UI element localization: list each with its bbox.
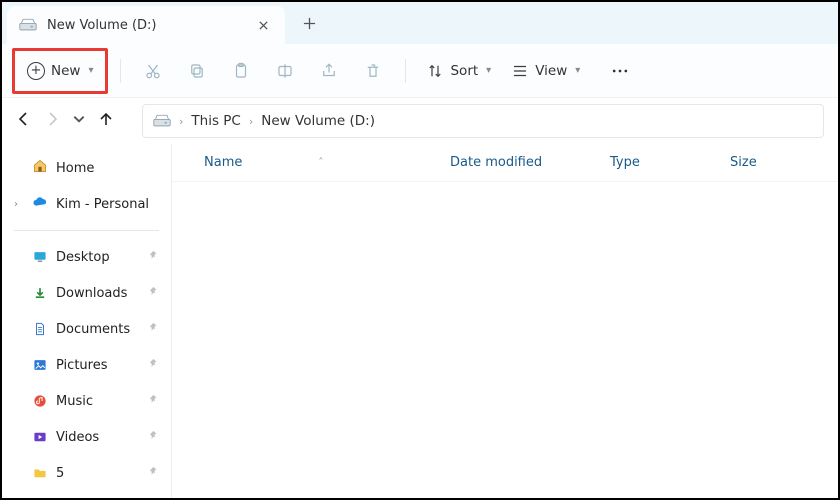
- sidebar-item-label: Downloads: [56, 286, 127, 301]
- sidebar-item-label: 5: [56, 466, 64, 481]
- sort-button[interactable]: Sort ▾: [418, 53, 499, 89]
- desktop-icon: [32, 249, 48, 265]
- file-list-empty: [172, 182, 838, 498]
- cloud-icon: [32, 194, 48, 214]
- new-button[interactable]: + New ▾: [17, 53, 103, 89]
- drive-icon: [19, 19, 37, 31]
- sidebar-item-music[interactable]: Music: [8, 385, 165, 417]
- separator: [14, 230, 159, 231]
- col-type-label: Type: [610, 155, 640, 170]
- sidebar-item-pictures[interactable]: Pictures: [8, 349, 165, 381]
- new-button-label: New: [51, 63, 80, 79]
- nav-arrows: [16, 111, 114, 131]
- sidebar-item-label: Pictures: [56, 358, 107, 373]
- col-date-label: Date modified: [450, 155, 542, 170]
- chevron-down-icon: ▾: [486, 65, 491, 76]
- folder-icon: [32, 465, 48, 481]
- drive-icon: [153, 115, 171, 127]
- sidebar-item-5[interactable]: 5: [8, 457, 165, 489]
- new-button-highlight: + New ▾: [12, 48, 108, 94]
- sidebar-item-label: Kim - Personal: [56, 197, 149, 212]
- sort-label: Sort: [450, 63, 478, 79]
- home-icon: [32, 158, 48, 178]
- col-type[interactable]: Type: [602, 155, 722, 170]
- separator: [120, 59, 121, 83]
- sidebar-item-label: Home: [56, 161, 94, 176]
- col-name-label: Name: [204, 155, 242, 170]
- explorer-window: New Volume (D:) + New ▾: [0, 0, 840, 500]
- chevron-right-icon: ›: [179, 115, 183, 128]
- sidebar-item-label: Videos: [56, 430, 99, 445]
- chevron-down-icon: ▾: [575, 65, 580, 76]
- breadcrumb-root[interactable]: This PC: [191, 113, 240, 129]
- chevron-right-icon: ›: [249, 115, 253, 128]
- cut-button[interactable]: [133, 51, 173, 91]
- sidebar: Home › Kim - Personal Desktop Downloads Do…: [2, 144, 172, 498]
- more-button[interactable]: [600, 51, 640, 91]
- up-button[interactable]: [98, 111, 114, 131]
- copy-button[interactable]: [177, 51, 217, 91]
- col-size[interactable]: Size: [722, 155, 838, 170]
- main-pane: Name ˄ Date modified Type Size: [172, 144, 838, 498]
- rename-button[interactable]: [265, 51, 305, 91]
- col-size-label: Size: [730, 155, 757, 170]
- music-icon: [32, 393, 48, 409]
- delete-button[interactable]: [353, 51, 393, 91]
- separator: [405, 59, 406, 83]
- col-name[interactable]: Name ˄: [172, 155, 442, 170]
- sidebar-item-documents[interactable]: Documents: [8, 313, 165, 345]
- sort-asc-icon: ˄: [318, 157, 323, 168]
- pin-icon: [148, 250, 159, 264]
- new-tab-button[interactable]: [295, 8, 325, 38]
- sidebar-item-downloads[interactable]: Downloads: [8, 277, 165, 309]
- download-icon: [32, 285, 48, 301]
- sidebar-item-videos[interactable]: Videos: [8, 421, 165, 453]
- column-headers: Name ˄ Date modified Type Size: [172, 144, 838, 182]
- tab-active[interactable]: New Volume (D:): [7, 6, 285, 44]
- pin-icon: [148, 430, 159, 444]
- view-button[interactable]: View ▾: [503, 53, 588, 89]
- sidebar-item-label: Desktop: [56, 250, 110, 265]
- sidebar-item-onedrive[interactable]: › Kim - Personal: [8, 188, 165, 220]
- pin-icon: [148, 466, 159, 480]
- sidebar-item-label: Music: [56, 394, 93, 409]
- chevron-down-icon: ▾: [88, 65, 93, 76]
- sidebar-item-label: Documents: [56, 322, 130, 337]
- pin-icon: [148, 358, 159, 372]
- pin-icon: [148, 394, 159, 408]
- forward-button[interactable]: [44, 111, 60, 131]
- recent-button[interactable]: [72, 112, 86, 130]
- document-icon: [32, 321, 48, 337]
- plus-circle-icon: +: [27, 62, 45, 80]
- nav-row: › This PC › New Volume (D:): [2, 98, 838, 144]
- breadcrumb-current[interactable]: New Volume (D:): [261, 113, 375, 129]
- picture-icon: [32, 357, 48, 373]
- view-label: View: [535, 63, 567, 79]
- breadcrumb[interactable]: › This PC › New Volume (D:): [142, 104, 824, 138]
- pin-icon: [148, 286, 159, 300]
- quick-access-list: Desktop Downloads Documents Pictures Music Vi…: [8, 241, 165, 489]
- tab-title: New Volume (D:): [47, 18, 157, 33]
- col-date[interactable]: Date modified: [442, 155, 602, 170]
- sidebar-item-home[interactable]: Home: [8, 152, 165, 184]
- paste-button[interactable]: [221, 51, 261, 91]
- sidebar-item-desktop[interactable]: Desktop: [8, 241, 165, 273]
- close-icon[interactable]: [257, 18, 271, 32]
- chevron-right-icon: ›: [14, 199, 24, 210]
- toolbar: + New ▾ Sort ▾: [2, 44, 838, 98]
- video-icon: [32, 429, 48, 445]
- pin-icon: [148, 322, 159, 336]
- share-button[interactable]: [309, 51, 349, 91]
- body: Home › Kim - Personal Desktop Downloads Do…: [2, 144, 838, 498]
- back-button[interactable]: [16, 111, 32, 131]
- tab-strip: New Volume (D:): [2, 2, 838, 44]
